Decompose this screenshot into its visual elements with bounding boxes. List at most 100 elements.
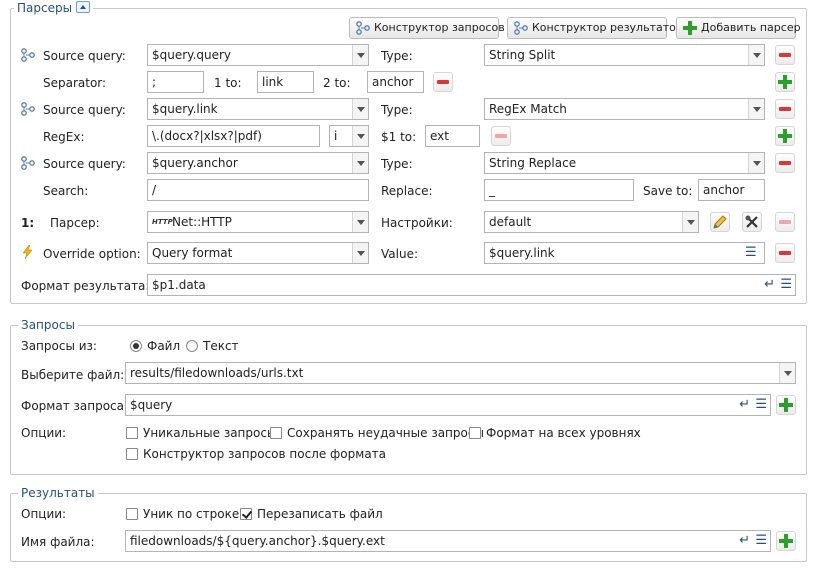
parser-label: Парсер: <box>50 216 100 230</box>
plus-icon <box>683 21 697 35</box>
to2-input[interactable]: anchor <box>367 71 424 93</box>
chevron-down-icon <box>352 99 368 119</box>
type-label: Type: <box>381 157 413 171</box>
result-format-input[interactable]: $p1.data ↵ ☰ <box>147 274 796 296</box>
unique-queries-checkbox[interactable] <box>126 427 138 439</box>
save-failed-label: Сохранять неудачные запросы <box>287 426 484 440</box>
unique-line-label: Уник по строке <box>143 507 240 521</box>
type-select[interactable]: RegEx Match <box>484 98 765 120</box>
source-query-icon <box>21 102 35 116</box>
source-query-icon <box>21 48 35 62</box>
settings-select[interactable]: default <box>484 211 699 233</box>
chevron-down-icon <box>779 363 795 383</box>
chevron-down-icon <box>352 45 368 65</box>
return-icon[interactable]: ↵ <box>739 396 750 414</box>
type-label: Type: <box>381 103 413 117</box>
return-icon[interactable]: ↵ <box>764 276 775 294</box>
remove-override-button[interactable] <box>775 243 795 263</box>
builder-after-label: Конструктор запросов после формата <box>143 447 387 461</box>
filename-input[interactable]: filedownloads/${query.anchor}.$query.ext… <box>125 530 771 552</box>
add-parser-button[interactable]: Добавить парсер <box>676 17 801 39</box>
unique-line-checkbox[interactable] <box>126 508 138 520</box>
list-icon[interactable]: ☰ <box>780 276 792 294</box>
source-query-label: Source query: <box>43 49 126 63</box>
result-format-label: Формат результата: <box>21 279 150 293</box>
remove-parser-button-disabled[interactable] <box>775 212 795 232</box>
separator-label: Separator: <box>43 76 107 90</box>
value-label: Value: <box>381 247 418 261</box>
radio-text[interactable] <box>186 340 198 352</box>
source-query-select[interactable]: $query.link <box>147 98 369 120</box>
remove-button[interactable] <box>433 72 453 92</box>
query-builder-button[interactable]: Конструктор запросов <box>349 17 505 39</box>
remove-button[interactable] <box>775 45 795 65</box>
query-format-label: Формат запроса: <box>21 399 129 413</box>
to2-label: 2 to: <box>323 76 351 90</box>
format-all-checkbox[interactable] <box>469 427 481 439</box>
parsers-legend: Парсеры <box>14 1 93 15</box>
regex-label: RegEx: <box>43 130 85 144</box>
add-button[interactable] <box>775 72 795 92</box>
override-option-label: Override option: <box>43 247 141 261</box>
type-select[interactable]: String Split <box>484 44 765 66</box>
file-label: Выберите файл: <box>21 368 125 382</box>
unique-queries-label: Уникальные запросы <box>143 426 277 440</box>
radio-text-label: Текст <box>203 339 239 353</box>
filename-label: Имя файла: <box>21 535 95 549</box>
chevron-down-icon <box>352 126 368 146</box>
file-select[interactable]: results/filedownloads/urls.txt <box>125 362 796 384</box>
chevron-down-icon <box>748 153 764 173</box>
parser-index: 1: <box>21 216 35 230</box>
collapse-icon[interactable] <box>75 1 90 13</box>
source-query-label: Source query: <box>43 103 126 117</box>
builder-after-checkbox[interactable] <box>126 448 138 460</box>
settings-label: Настройки: <box>381 216 453 230</box>
save-to-input[interactable]: anchor <box>698 179 765 201</box>
chevron-down-icon <box>352 212 368 232</box>
chevron-down-icon <box>748 45 764 65</box>
query-format-input[interactable]: $query ↵ ☰ <box>125 394 771 416</box>
regex-input[interactable]: \.(docx?|xlsx?|pdf) <box>147 125 320 147</box>
parser-select[interactable]: HTTP Net::HTTP <box>147 211 369 233</box>
http-icon: HTTP <box>152 218 173 226</box>
add-button[interactable] <box>775 126 795 146</box>
search-label: Search: <box>43 184 89 198</box>
list-icon[interactable]: ☰ <box>745 244 761 262</box>
list-icon[interactable]: ☰ <box>755 396 767 414</box>
radio-file-label: Файл <box>147 339 181 353</box>
to1-input[interactable]: link <box>257 71 314 93</box>
queries-from-label: Запросы из: <box>21 339 97 353</box>
separator-input[interactable]: ; <box>147 71 204 93</box>
source-query-select[interactable]: $query.query <box>147 44 369 66</box>
save-failed-checkbox[interactable] <box>270 427 282 439</box>
tools-button[interactable] <box>742 212 762 232</box>
result-builder-button[interactable]: Конструктор результатов <box>507 17 682 39</box>
overwrite-label: Перезаписать файл <box>257 507 383 521</box>
overwrite-checkbox[interactable] <box>240 508 252 520</box>
results-legend: Результаты <box>18 486 98 500</box>
search-input[interactable]: / <box>147 179 369 201</box>
list-icon[interactable]: ☰ <box>755 532 767 550</box>
edit-settings-button[interactable] <box>710 212 730 232</box>
tools-icon <box>745 215 758 228</box>
remove-button-disabled[interactable] <box>491 126 511 146</box>
builder-icon <box>514 21 528 35</box>
capture-to-input[interactable]: ext <box>425 125 480 147</box>
return-icon[interactable]: ↵ <box>739 532 750 550</box>
remove-button[interactable] <box>775 153 795 173</box>
replace-input[interactable]: _ <box>484 179 634 201</box>
add-filename-button[interactable] <box>776 531 796 551</box>
add-query-format-button[interactable] <box>776 395 796 415</box>
override-option-select[interactable]: Query format <box>147 242 369 264</box>
regex-flag-select[interactable]: i <box>329 125 369 147</box>
chevron-down-icon <box>682 212 698 232</box>
radio-file[interactable] <box>130 340 142 352</box>
source-query-select[interactable]: $query.anchor <box>147 152 369 174</box>
remove-button[interactable] <box>775 99 795 119</box>
queries-legend: Запросы <box>18 318 78 332</box>
value-input[interactable]: $query.link ☰ <box>484 242 765 264</box>
chevron-down-icon <box>748 99 764 119</box>
results-options-label: Опции: <box>21 507 67 521</box>
type-select[interactable]: String Replace <box>484 152 765 174</box>
source-query-label: Source query: <box>43 157 126 171</box>
